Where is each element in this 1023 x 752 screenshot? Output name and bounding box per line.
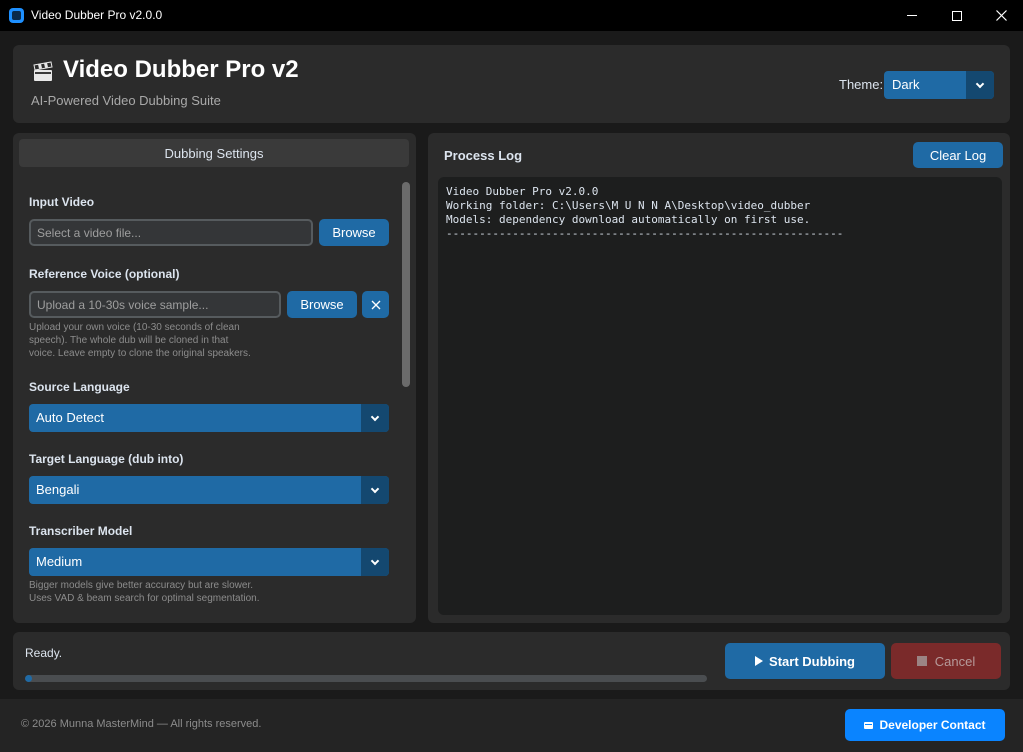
copyright-text: © 2026 Munna MasterMind — All rights res… (21, 718, 262, 730)
status-panel: Ready. Start Dubbing Cancel (13, 632, 1010, 690)
chevron-down-icon (370, 556, 380, 565)
transcriber-model-dropdown-arrow[interactable] (361, 548, 389, 576)
transcriber-model-value: Medium (36, 554, 83, 569)
target-language-dropdown-arrow[interactable] (361, 476, 389, 504)
target-language-dropdown[interactable]: Bengali (29, 476, 389, 504)
chevron-down-icon (975, 79, 985, 88)
app-title: Video Dubber Pro v2 (63, 56, 299, 83)
reference-voice-field[interactable]: Upload a 10-30s voice sample... (29, 291, 281, 318)
source-language-value: Auto Detect (36, 410, 104, 425)
clapperboard-icon (33, 61, 53, 81)
play-icon (755, 656, 764, 666)
hint-line: Uses VAD & beam search for optimal segme… (29, 593, 260, 604)
status-text: Ready. (25, 646, 63, 660)
input-video-label: Input Video (29, 195, 95, 209)
log-line: Video Dubber Pro v2.0.0 (446, 185, 599, 198)
progress-bar (25, 675, 707, 682)
app-header: Video Dubber Pro v2 AI-Powered Video Dub… (13, 45, 1010, 123)
minimize-button[interactable] (889, 0, 935, 31)
log-output[interactable]: Video Dubber Pro v2.0.0 Working folder: … (438, 177, 1002, 615)
start-dubbing-label: Start Dubbing (769, 653, 855, 669)
x-icon (371, 300, 380, 309)
transcriber-model-label: Transcriber Model (29, 524, 133, 538)
reference-voice-browse-button[interactable]: Browse (287, 291, 357, 318)
cancel-button[interactable]: Cancel (891, 643, 1001, 679)
theme-dropdown[interactable]: Dark (884, 71, 994, 99)
contact-card-icon (864, 721, 874, 729)
target-language-value: Bengali (36, 482, 80, 497)
reference-voice-label: Reference Voice (optional) (29, 267, 180, 281)
hint-line: speech). The whole dub will be cloned in… (29, 335, 229, 346)
minimize-icon (907, 15, 917, 16)
developer-contact-label: Developer Contact (879, 718, 986, 732)
theme-label: Theme: (839, 77, 884, 92)
window-title: Video Dubber Pro v2.0.0 (31, 8, 163, 22)
transcriber-model-hint: Bigger models give better accuracy but a… (29, 579, 259, 605)
source-language-label: Source Language (29, 380, 130, 394)
close-icon (995, 10, 1007, 21)
theme-value: Dark (892, 77, 920, 92)
settings-header: Dubbing Settings (19, 139, 409, 167)
developer-contact-button[interactable]: Developer Contact (845, 709, 1005, 741)
chevron-down-icon (370, 412, 380, 421)
log-title: Process Log (444, 148, 523, 163)
settings-panel: Dubbing Settings Input Video Select a vi… (13, 133, 416, 623)
log-line: Working folder: C:\Users\M U N N A\Deskt… (446, 199, 811, 212)
stop-icon (916, 656, 927, 666)
close-button[interactable] (978, 0, 1023, 31)
source-language-dropdown[interactable]: Auto Detect (29, 404, 389, 432)
progress-fill (25, 675, 32, 682)
input-video-browse-button[interactable]: Browse (319, 219, 389, 246)
clear-log-button[interactable]: Clear Log (913, 142, 1003, 168)
reference-voice-clear-button[interactable] (362, 291, 389, 318)
cancel-label: Cancel (934, 653, 976, 669)
maximize-button[interactable] (934, 0, 980, 31)
transcriber-model-dropdown[interactable]: Medium (29, 548, 389, 576)
input-video-field[interactable]: Select a video file... (29, 219, 313, 246)
chevron-down-icon (370, 484, 380, 493)
theme-dropdown-arrow[interactable] (966, 71, 994, 99)
target-language-label: Target Language (dub into) (29, 452, 184, 466)
app-icon (9, 8, 24, 23)
app-subtitle: AI-Powered Video Dubbing Suite (31, 93, 221, 108)
log-panel: Process Log Clear Log Video Dubber Pro v… (428, 133, 1010, 623)
settings-scrollbar[interactable] (402, 182, 410, 387)
hint-line: Upload your own voice (10-30 seconds of … (29, 322, 240, 333)
log-line: ----------------------------------------… (446, 227, 844, 240)
start-dubbing-button[interactable]: Start Dubbing (725, 643, 885, 679)
hint-line: voice. Leave empty to clone the original… (29, 348, 251, 359)
reference-voice-hint: Upload your own voice (10-30 seconds of … (29, 321, 251, 360)
hint-line: Bigger models give better accuracy but a… (29, 580, 253, 591)
footer: © 2026 Munna MasterMind — All rights res… (0, 699, 1023, 752)
log-line: Models: dependency download automaticall… (446, 213, 811, 226)
maximize-icon (952, 10, 962, 21)
source-language-dropdown-arrow[interactable] (361, 404, 389, 432)
window-titlebar: Video Dubber Pro v2.0.0 (0, 0, 1023, 31)
